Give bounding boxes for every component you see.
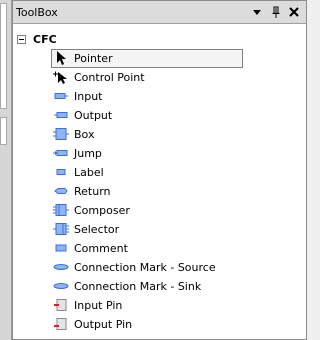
tool-item-control-point[interactable]: Control Point (51, 68, 243, 87)
toolbox-panel: ToolBox CFC Pointer Control Point Input … (12, 0, 307, 340)
selector-icon (53, 222, 69, 236)
collapse-minus-icon[interactable] (17, 34, 26, 44)
composer-icon (53, 203, 69, 217)
tool-item-label: Output (74, 109, 113, 122)
input-icon (53, 89, 69, 103)
adjacent-panel-edge (0, 0, 12, 340)
tool-item-label: Pointer (74, 52, 113, 65)
connection-mark-sink-icon (53, 279, 69, 293)
input-pin-icon (53, 298, 69, 312)
tool-item-output[interactable]: Output (51, 106, 243, 125)
tool-item-label: Connection Mark - Sink (74, 280, 202, 293)
tool-item-selector[interactable]: Selector (51, 220, 243, 239)
pointer-icon (53, 51, 69, 65)
tool-item-box[interactable]: Box (51, 125, 243, 144)
tool-item-jump[interactable]: Jump (51, 144, 243, 163)
tool-item-label: Return (74, 185, 111, 198)
tool-item-label: Label (74, 166, 104, 179)
tool-item-label: Connection Mark - Source (74, 261, 216, 274)
label-icon (53, 165, 69, 179)
tool-item-output-pin[interactable]: Output Pin (51, 315, 243, 334)
tool-item-pointer[interactable]: Pointer (51, 49, 243, 68)
tool-item-connection-mark-sink[interactable]: Connection Mark - Sink (51, 277, 243, 296)
tool-item-connection-mark-source[interactable]: Connection Mark - Source (51, 258, 243, 277)
tool-item-label: Composer (74, 204, 130, 217)
connection-mark-source-icon (53, 260, 69, 274)
pin-icon[interactable] (269, 5, 283, 19)
close-icon[interactable] (287, 5, 301, 19)
toolbox-title: ToolBox (16, 6, 58, 19)
comment-icon (53, 241, 69, 255)
tool-item-label: Comment (74, 242, 128, 255)
tool-item-label: Input (74, 90, 103, 103)
tool-item-label: Input Pin (74, 299, 123, 312)
output-icon (53, 108, 69, 122)
tool-item-composer[interactable]: Composer (51, 201, 243, 220)
tree-group-label: CFC (33, 33, 57, 46)
tool-item-label: Output Pin (74, 318, 133, 331)
toolbox-window: ToolBox CFC Pointer Control Point Input … (0, 0, 307, 340)
return-icon (53, 184, 69, 198)
jump-icon (53, 146, 69, 160)
tool-item-comment[interactable]: Comment (51, 239, 243, 258)
tool-item-label: Control Point (74, 71, 145, 84)
tool-item-label-tool[interactable]: Label (51, 163, 243, 182)
tool-item-return[interactable]: Return (51, 182, 243, 201)
tool-item-label: Jump (74, 147, 102, 160)
control-point-icon (53, 70, 69, 84)
tool-item-input[interactable]: Input (51, 87, 243, 106)
output-pin-icon (53, 317, 69, 331)
adjacent-pane-bottom (0, 117, 7, 145)
toolbox-content: CFC Pointer Control Point Input Output B… (13, 24, 306, 339)
tool-item-label: Box (74, 128, 95, 141)
adjacent-pane-top (0, 3, 7, 109)
toolbox-titlebar[interactable]: ToolBox (13, 1, 306, 24)
tool-item-label: Selector (74, 223, 120, 236)
box-icon (53, 127, 69, 141)
tool-item-input-pin[interactable]: Input Pin (51, 296, 243, 315)
dropdown-arrow-icon[interactable] (250, 5, 264, 19)
